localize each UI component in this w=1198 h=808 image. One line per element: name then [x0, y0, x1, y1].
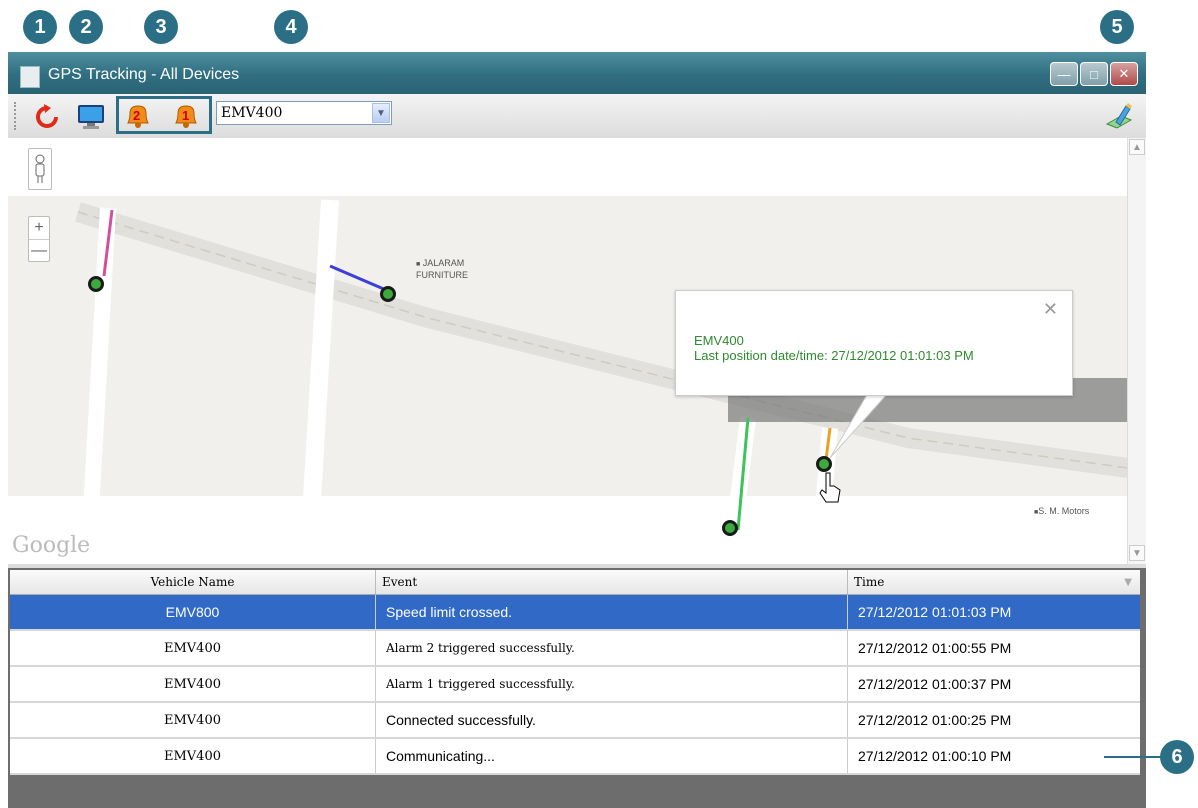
map-view[interactable]: + — ■ JALARAM FURNITURE ■S. M. Motors Go…	[8, 138, 1146, 564]
refresh-button[interactable]	[32, 102, 62, 132]
popup-vehicle-name: EMV400	[694, 333, 744, 348]
alarm-1-button[interactable]: 1	[171, 100, 201, 130]
svg-text:1: 1	[182, 108, 189, 123]
cell-time: 27/12/2012 01:00:10 PM	[858, 748, 1012, 764]
callout-6-leader	[1104, 756, 1162, 758]
table-row[interactable]: EMV400 Communicating... 27/12/2012 01:00:1…	[10, 739, 1140, 775]
cell-event: Communicating...	[376, 739, 848, 773]
cell-event: Speed limit crossed.	[376, 595, 848, 629]
cell-event: Connected successfully.	[376, 703, 848, 737]
callout-6: 6	[1160, 740, 1194, 774]
chevron-down-icon[interactable]: ▼	[1129, 545, 1145, 561]
cell-vehicle-name: EMV400	[10, 631, 376, 665]
zoom-out-icon[interactable]: —	[29, 240, 49, 261]
chevron-down-icon[interactable]: ▼	[372, 103, 390, 123]
cell-time: 27/12/2012 01:01:03 PM	[858, 604, 1012, 620]
poi-sm-motors: ■S. M. Motors	[1034, 506, 1090, 516]
table-row[interactable]: EMV400 Alarm 1 triggered successfully. 27/…	[10, 667, 1140, 703]
vehicle-marker[interactable]	[380, 286, 396, 302]
callout-3: 3	[144, 10, 178, 44]
minimize-icon[interactable]: —	[1050, 62, 1078, 86]
vehicle-marker[interactable]	[88, 276, 104, 292]
zoom-control: + —	[28, 216, 50, 262]
google-logo: Google	[12, 533, 91, 558]
cell-vehicle-name: EMV400	[10, 703, 376, 737]
title-bar: GPS Tracking - All Devices — □ ✕	[8, 52, 1146, 94]
cell-time: 27/12/2012 01:00:37 PM	[858, 676, 1012, 692]
monitor-button[interactable]	[76, 102, 106, 132]
close-icon[interactable]: ✕	[1043, 299, 1058, 320]
device-select-value: EMV400	[221, 105, 283, 121]
column-header-time[interactable]: Time ▼	[848, 570, 1140, 594]
window-title: GPS Tracking - All Devices	[48, 66, 240, 83]
callout-5: 5	[1100, 10, 1134, 44]
pencil-icon	[1105, 103, 1133, 129]
table-header: Vehicle Name Event Time ▼	[10, 570, 1140, 595]
device-select[interactable]: EMV400 ▼	[216, 101, 392, 125]
cell-vehicle-name: EMV400	[10, 667, 376, 701]
events-grid: Vehicle Name Event Time ▼ EMV800 Speed li…	[8, 568, 1146, 808]
toolbar: 2 1 EMV400 ▼	[8, 94, 1146, 139]
table-row[interactable]: EMV800 Speed limit crossed. 27/12/2012 01:…	[10, 595, 1140, 631]
pegman-icon	[35, 154, 45, 183]
vehicle-info-popup: ✕ EMV400 Last position date/time: 27/12/…	[675, 290, 1073, 396]
table-row[interactable]: EMV400 Alarm 2 triggered successfully. 27/…	[10, 631, 1140, 667]
column-header-event[interactable]: Event	[376, 570, 848, 594]
cell-vehicle-name: EMV400	[10, 739, 376, 773]
vehicle-marker[interactable]	[722, 520, 738, 536]
vehicle-marker[interactable]	[816, 456, 832, 472]
window-controls: — □ ✕	[1050, 62, 1138, 86]
poi-jalaram-furniture: ■ JALARAM FURNITURE	[416, 258, 468, 280]
table-row[interactable]: EMV400 Connected successfully. 27/12/2012 …	[10, 703, 1140, 739]
table-body: EMV800 Speed limit crossed. 27/12/2012 01:…	[10, 595, 1140, 775]
chevron-up-icon[interactable]: ▲	[1129, 139, 1145, 155]
alarm-bell-icon: 2	[127, 105, 149, 128]
popup-last-position: Last position date/time: 27/12/2012 01:0…	[694, 348, 974, 363]
cell-vehicle-name: EMV800	[10, 595, 376, 629]
zoom-in-icon[interactable]: +	[29, 217, 49, 240]
street-view-pegman[interactable]	[28, 148, 52, 190]
cell-event: Alarm 1 triggered successfully.	[376, 667, 848, 701]
sort-desc-icon: ▼	[1124, 576, 1132, 588]
popup-content: EMV400 Last position date/time: 27/12/20…	[694, 333, 974, 363]
close-icon[interactable]: ✕	[1110, 62, 1138, 86]
callout-1: 1	[23, 10, 57, 44]
alarm-button-group: 2 1	[116, 96, 212, 134]
cell-time: 27/12/2012 01:00:25 PM	[858, 712, 1012, 728]
edit-button[interactable]	[1104, 100, 1134, 130]
cell-event: Alarm 2 triggered successfully.	[376, 631, 848, 665]
app-icon	[20, 66, 40, 88]
callout-4: 4	[274, 10, 308, 44]
gps-tracking-window: GPS Tracking - All Devices — □ ✕ 2 1 EMV…	[8, 52, 1146, 808]
column-header-vehicle[interactable]: Vehicle Name	[10, 570, 376, 594]
alarm-bell-icon: 1	[175, 105, 197, 128]
refresh-icon	[36, 104, 58, 128]
maximize-icon[interactable]: □	[1080, 62, 1108, 86]
map-scrollbar[interactable]: ▲ ▼	[1127, 138, 1146, 564]
alarm-2-button[interactable]: 2	[123, 100, 153, 130]
toolbar-grip	[14, 102, 19, 130]
svg-text:2: 2	[133, 108, 140, 123]
cell-time: 27/12/2012 01:00:55 PM	[858, 640, 1012, 656]
events-table: Vehicle Name Event Time ▼ EMV800 Speed li…	[10, 570, 1140, 775]
callout-2: 2	[69, 10, 103, 44]
monitor-icon	[78, 105, 104, 129]
